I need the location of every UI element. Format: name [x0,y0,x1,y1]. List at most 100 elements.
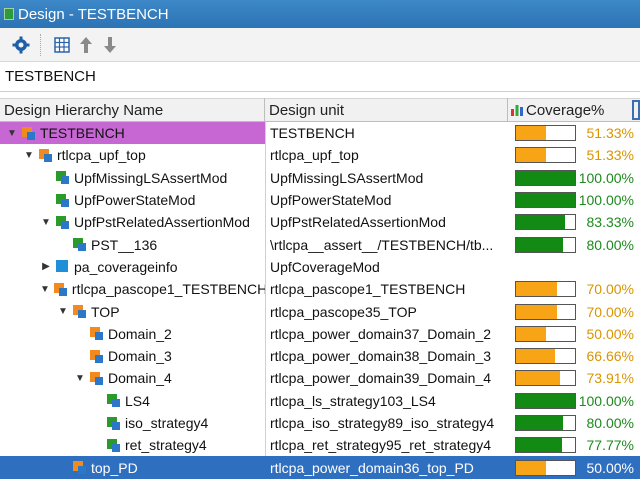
coverage-percent: 66.66% [586,348,634,365]
tree-row-unit: rtlcpa_power_domain37_Domain_2 [265,322,508,345]
coverage-percent: 70.00% [586,303,634,320]
tree-row-name: TOP [91,303,120,320]
coverage-bar-fill [516,326,546,341]
coverage-bar [515,459,576,476]
tree-row-name: rtlcpa_pascope1_TESTBENCH [71,281,265,298]
coverage-percent: 83.33% [586,214,634,231]
coverage-bar-fill [516,371,560,386]
toolbar-separator [40,33,41,56]
tree-row-unit: rtlcpa_pascope1_TESTBENCH [265,278,508,301]
expand-down-icon[interactable]: ▼ [23,149,35,161]
coverage-bar-fill [516,126,547,141]
tree-row-name: iso_strategy4 [125,415,209,431]
tree-row[interactable]: Domain_2 rtlcpa_power_domain37_Domain_2 50… [0,322,640,345]
toolbar [0,28,640,62]
tree-row-name-cell: ▼ rtlcpa_upf_top [0,144,265,166]
tree-row-name: rtlcpa_upf_top [57,147,146,164]
tree-row[interactable]: PST__136 \rtlcpa__assert__/TESTBENCH/tb..… [0,233,640,256]
bar-chart-icon [510,103,524,117]
column-header-unit[interactable]: Design unit [265,98,508,122]
module-icon [90,327,103,341]
coverage-percent: 70.00% [586,281,634,298]
module-icon [107,394,120,408]
arrow-down-icon[interactable] [99,34,121,56]
tree-row-unit: UpfMissingLSAssertMod [265,166,508,189]
coverage-bar [515,392,576,409]
app-icon [4,8,14,20]
tree-row[interactable]: ▶ pa_coverageinfo UpfCoverageMod [0,255,640,279]
module-icon [22,126,35,140]
coverage-bar-fill [516,349,556,364]
coverage-bar [515,192,576,209]
coverage-bar [515,370,576,387]
tree-row[interactable]: UpfPowerStateMod UpfPowerStateMod 100.00% [0,188,640,212]
tree-row-name: pa_coverageinfo [74,258,178,275]
tree-row-coverage: 80.00% [508,233,640,255]
tree-row[interactable]: LS4 rtlcpa_ls_strategy103_LS4 100.00% [0,389,640,412]
coverage-bar-fill [516,438,562,453]
tree-row[interactable]: ▼ Domain_4 rtlcpa_power_domain39_Domain_4 7… [0,367,640,390]
coverage-bar-fill [516,304,558,319]
tree-row-unit: rtlcpa_ls_strategy103_LS4 [265,389,508,412]
filter-bar [0,62,640,92]
gear-icon[interactable] [10,34,32,56]
module-icon [107,416,120,430]
tree-row[interactable]: ▼ rtlcpa_pascope1_TESTBENCH rtlcpa_pascope… [0,278,640,301]
arrow-up-icon[interactable] [75,34,97,56]
tree-row-name-cell: Domain_2 [0,323,265,345]
coverage-bar-fill [516,170,575,185]
tree-row-name-cell: ▼ rtlcpa_pascope1_TESTBENCH [0,278,265,300]
module-icon [39,148,52,162]
expand-down-icon[interactable]: ▼ [40,216,52,228]
expand-down-icon[interactable]: ▼ [6,127,18,139]
tree-row-unit: rtlcpa_upf_top [265,144,508,167]
module-icon [73,305,86,319]
tree-row-unit: rtlcpa_ret_strategy95_ret_strategy4 [265,434,508,457]
module-icon [107,438,120,452]
tree-row-coverage: 50.00% [508,323,640,345]
expand-right-icon[interactable]: ▶ [40,261,52,273]
hierarchy-tree: ▼ TESTBENCH TESTBENCH 51.33% ▼ rtlcpa_upf_top… [0,122,640,479]
coverage-bar [515,325,576,342]
tree-row-coverage: 73.91% [508,367,640,389]
tree-row-name: LS4 [125,392,150,409]
column-header-name[interactable]: Design Hierarchy Name [0,98,265,122]
coverage-bar [515,437,576,454]
expand-down-icon[interactable]: ▼ [74,372,86,384]
coverage-percent: 77.77% [586,437,634,454]
tree-row[interactable]: ▼ UpfPstRelatedAssertionMod UpfPstRelatedA… [0,211,640,234]
tree-row[interactable]: top_PD rtlcpa_power_domain36_top_PD 50.00% [0,456,640,479]
tree-row[interactable]: ret_strategy4 rtlcpa_ret_strategy95_ret_s… [0,434,640,457]
coverage-bar-fill [516,148,547,163]
coverage-bar [515,169,576,186]
tree-row[interactable]: UpfMissingLSAssertMod UpfMissingLSAssertM… [0,166,640,189]
filter-input[interactable] [0,62,640,91]
coverage-percent: 50.00% [586,459,634,476]
tree-row-name-cell: ▼ Domain_4 [0,367,265,389]
tree-row-unit: rtlcpa_iso_strategy89_iso_strategy4 [265,411,508,435]
tree-row[interactable]: ▼ TESTBENCH TESTBENCH 51.33% [0,122,640,145]
tree-row-coverage: 70.00% [508,300,640,322]
expand-down-icon[interactable]: ▼ [57,306,69,318]
grid-icon[interactable] [51,34,73,56]
expand-down-icon[interactable]: ▼ [40,283,50,295]
column-header-extra[interactable] [632,100,640,120]
module-icon [73,238,86,252]
tree-row[interactable]: Domain_3 rtlcpa_power_domain38_Domain_3 66… [0,344,640,368]
module-icon [73,461,86,475]
tree-row-name-cell: PST__136 [0,233,265,255]
tree-row[interactable]: ▼ TOP rtlcpa_pascope35_TOP 70.00% [0,300,640,323]
tree-row-name-cell: ▼ UpfPstRelatedAssertionMod [0,211,265,233]
tree-row[interactable]: iso_strategy4 rtlcpa_iso_strategy89_iso_s… [0,411,640,435]
coverage-bar-fill [516,393,575,408]
tree-row-coverage [508,256,640,278]
tree-row[interactable]: ▼ rtlcpa_upf_top rtlcpa_upf_top 51.33% [0,144,640,167]
tree-row-unit: rtlcpa_power_domain38_Domain_3 [265,344,508,368]
column-header-coverage[interactable]: Coverage% [508,98,632,122]
